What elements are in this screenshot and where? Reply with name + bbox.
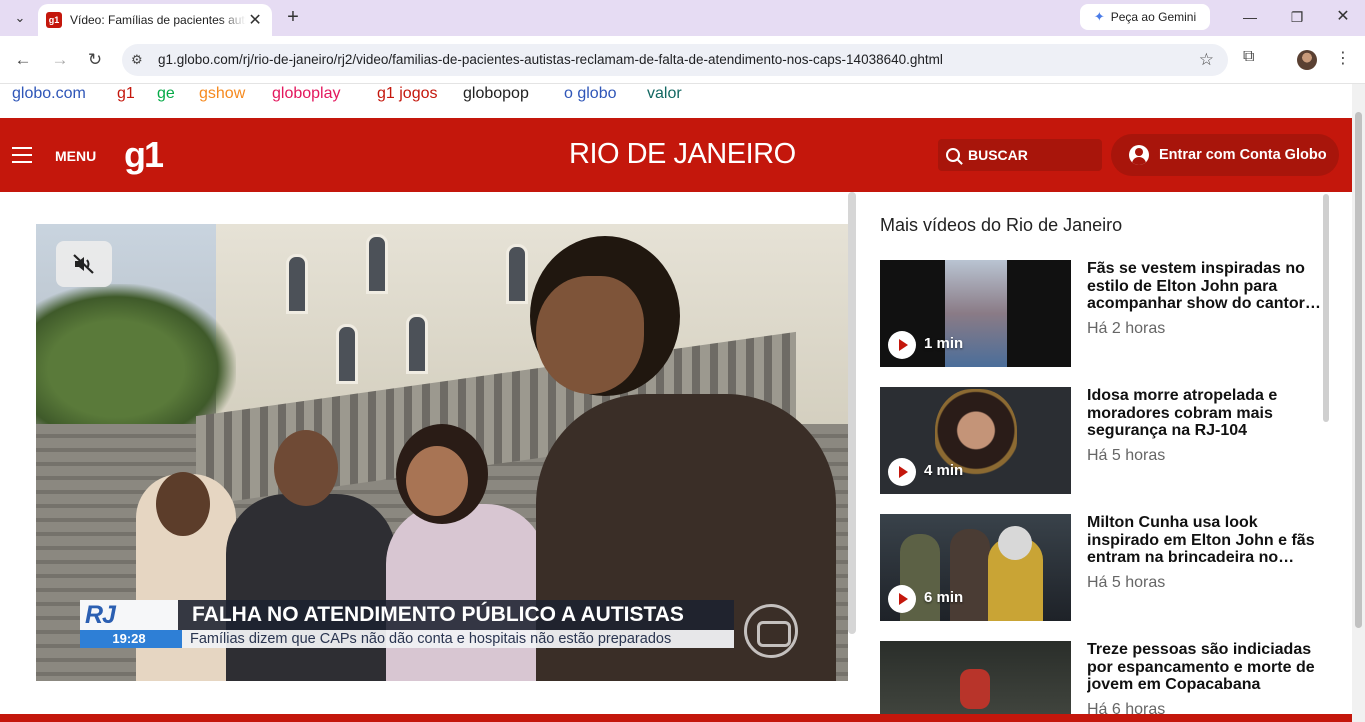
video-duration: 4 min — [924, 462, 964, 479]
video-card-time: Há 2 horas — [1087, 320, 1166, 337]
broadcast-time: 19:28 — [80, 630, 178, 648]
minimize-icon[interactable]: — — [1235, 6, 1265, 28]
nav-link-globoplay[interactable]: globoplay — [272, 85, 341, 103]
g1-favicon-icon: g1 — [46, 12, 62, 28]
g1-logo[interactable]: g1 — [124, 134, 164, 176]
globo-watermark-icon — [744, 604, 798, 658]
site-info-icon[interactable]: ⚙ — [131, 52, 143, 68]
play-icon[interactable] — [888, 331, 916, 359]
video-card-title[interactable]: Milton Cunha usa look inspirado em Elton… — [1087, 514, 1322, 567]
video-person-head — [274, 430, 338, 506]
video-person — [386, 504, 546, 681]
tab-list-icon[interactable]: ⌄ — [8, 7, 32, 29]
nav-link-globo[interactable]: globo.com — [12, 85, 86, 103]
nav-link-ge[interactable]: ge — [157, 85, 175, 103]
profile-avatar[interactable] — [1297, 50, 1317, 70]
bookmark-star-icon[interactable]: ☆ — [1199, 50, 1214, 70]
video-card-time: Há 5 horas — [1087, 447, 1166, 464]
video-person-face — [406, 446, 468, 516]
video-frame-window — [506, 244, 528, 304]
video-card[interactable]: 4 min Idosa morre atropelada e moradores… — [880, 387, 1322, 495]
hamburger-icon[interactable] — [12, 147, 32, 163]
gemini-button[interactable]: ✦ Peça ao Gemini — [1080, 4, 1210, 30]
video-card-title[interactable]: Treze pessoas são indiciadas por espanca… — [1087, 641, 1322, 694]
video-card[interactable]: 6 min Milton Cunha usa look inspirado em… — [880, 514, 1322, 622]
video-person-head — [156, 472, 210, 536]
browser-tab-bar: ⌄ g1 Vídeo: Famílias de pacientes autist… — [0, 0, 1365, 36]
tab-title: Vídeo: Famílias de pacientes autistas re… — [70, 13, 247, 27]
rj-program-label: RJ — [85, 601, 116, 629]
forward-icon[interactable]: → — [48, 48, 72, 72]
tab-close-icon[interactable]: ✕ — [246, 10, 264, 30]
video-card[interactable]: 1 min Fãs se vestem inspiradas no estilo… — [880, 260, 1322, 368]
nav-link-globopop[interactable]: globopop — [463, 85, 529, 103]
video-person-face — [536, 276, 644, 394]
sidebar-scrollbar-thumb[interactable] — [1323, 194, 1329, 422]
new-tab-icon[interactable]: + — [282, 6, 304, 28]
nav-link-valor[interactable]: valor — [647, 85, 682, 103]
speaker-muted-icon — [73, 254, 94, 274]
video-card-title[interactable]: Fãs se vestem inspiradas no estilo de El… — [1087, 260, 1322, 313]
back-icon[interactable]: ← — [11, 48, 35, 72]
lower-third-subline: Famílias dizem que CAPs não dão conta e … — [178, 630, 734, 648]
video-frame-window — [406, 314, 428, 374]
sidebar-title: Mais vídeos do Rio de Janeiro — [880, 215, 1123, 235]
nav-link-oglobo[interactable]: o globo — [564, 85, 617, 103]
close-icon[interactable]: ✕ — [1328, 6, 1358, 28]
mute-toggle-button[interactable] — [56, 241, 112, 287]
nav-link-g1[interactable]: g1 — [117, 85, 135, 103]
thumbnail-image — [950, 529, 990, 621]
kebab-menu-icon[interactable]: ⋮ — [1335, 48, 1351, 68]
login-button[interactable]: Entrar com Conta Globo — [1111, 134, 1339, 176]
lower-third-accent — [178, 630, 182, 648]
video-frame-window — [286, 254, 308, 314]
search-label: BUSCAR — [968, 147, 1028, 163]
login-label: Entrar com Conta Globo — [1159, 147, 1327, 163]
video-duration: 1 min — [924, 335, 964, 352]
region-title[interactable]: RIO DE JANEIRO — [569, 138, 796, 171]
video-card-time: Há 6 horas — [1087, 701, 1166, 714]
maximize-icon[interactable]: ❐ — [1282, 6, 1312, 28]
nav-link-gshow[interactable]: gshow — [199, 85, 245, 103]
globo-network-nav: globo.com g1 ge gshow globoplay g1 jogos… — [0, 84, 1352, 118]
page-scrollbar-thumb[interactable] — [1355, 112, 1362, 628]
extensions-icon[interactable]: ⧉ — [1243, 48, 1254, 66]
video-frame-window — [366, 234, 388, 294]
browser-toolbar: ← → ↻ ⚙ g1.globo.com/rj/rio-de-janeiro/r… — [0, 36, 1365, 84]
gemini-label: Peça ao Gemini — [1110, 10, 1197, 24]
address-bar[interactable]: ⚙ g1.globo.com/rj/rio-de-janeiro/rj2/vid… — [122, 44, 1228, 76]
video-card-title[interactable]: Idosa morre atropelada e moradores cobra… — [1087, 387, 1322, 440]
url-text[interactable]: g1.globo.com/rj/rio-de-janeiro/rj2/video… — [158, 52, 943, 67]
search-button[interactable]: BUSCAR — [938, 139, 1102, 171]
lower-third-headline: FALHA NO ATENDIMENTO PÚBLICO A AUTISTAS — [178, 600, 734, 630]
gemini-sparkle-icon: ✦ — [1093, 9, 1105, 24]
thumbnail-image — [960, 669, 990, 709]
play-icon[interactable] — [888, 458, 916, 486]
main-column-scrollbar[interactable] — [848, 192, 856, 634]
video-card[interactable]: Treze pessoas são indiciadas por espanca… — [880, 641, 1322, 714]
nav-link-g1jogos[interactable]: g1 jogos — [377, 85, 438, 103]
video-duration: 6 min — [924, 589, 964, 606]
reload-icon[interactable]: ↻ — [83, 48, 107, 72]
video-person — [226, 494, 396, 681]
thumbnail-image — [998, 526, 1032, 560]
video-thumbnail[interactable] — [880, 641, 1071, 714]
menu-button[interactable]: MENU — [55, 148, 96, 164]
search-icon — [946, 148, 960, 162]
browser-tab-active[interactable]: g1 Vídeo: Famílias de pacientes autistas… — [38, 4, 272, 36]
video-card-time: Há 5 horas — [1087, 574, 1166, 591]
user-icon — [1129, 145, 1149, 165]
g1-header: MENU g1 RIO DE JANEIRO BUSCAR Entrar com… — [0, 118, 1352, 192]
play-icon[interactable] — [888, 585, 916, 613]
video-frame-window — [336, 324, 358, 384]
footer-accent-bar — [0, 714, 1352, 722]
